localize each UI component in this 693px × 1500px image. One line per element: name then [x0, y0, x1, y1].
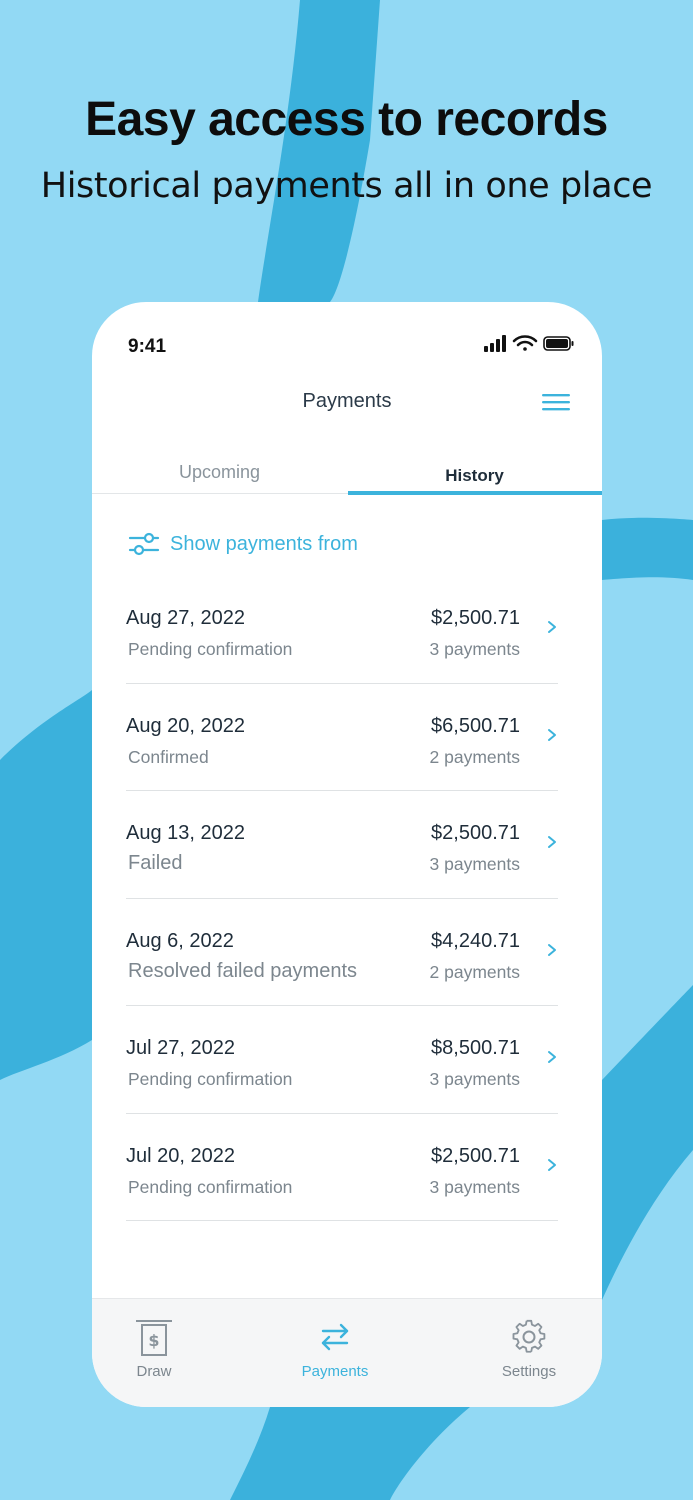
- status-icons: [484, 335, 574, 352]
- tab-history[interactable]: History: [347, 452, 602, 494]
- svg-text:$: $: [148, 1331, 159, 1350]
- cellular-signal-icon: [484, 335, 506, 352]
- chevron-right-icon: [548, 728, 556, 741]
- payment-count: 2 payments: [429, 746, 520, 767]
- list-item[interactable]: Aug 20, 2022 Confirmed $6,500.71 2 payme…: [126, 684, 558, 791]
- payment-status: Pending confirmation: [128, 1069, 293, 1089]
- payments-list: Aug 27, 2022 Pending confirmation $2,500…: [126, 576, 558, 1221]
- gear-icon: [512, 1319, 546, 1353]
- dollar-bill-icon: $: [136, 1320, 172, 1356]
- payment-status: Pending confirmation: [128, 1176, 293, 1197]
- status-time: 9:41: [128, 336, 167, 357]
- show-payments-filter[interactable]: Show payments from: [128, 528, 358, 560]
- tabbar-label-settings: Settings: [501, 1363, 557, 1380]
- payment-count: 3 payments: [429, 1176, 520, 1197]
- tabbar-item-settings[interactable]: Settings: [484, 1299, 574, 1407]
- payment-amount: $6,500.71: [431, 714, 520, 737]
- payment-amount: $4,240.71: [431, 929, 520, 952]
- tab-selected-indicator: [348, 491, 602, 495]
- chevron-right-icon: [548, 1158, 556, 1171]
- payment-count: 3 payments: [429, 1069, 520, 1089]
- list-item[interactable]: Jul 27, 2022 Pending confirmation $8,500…: [126, 1006, 558, 1114]
- sliders-icon: [128, 532, 160, 556]
- payment-date: Aug 6, 2022: [126, 929, 234, 952]
- chevron-right-icon: [548, 943, 556, 956]
- transfer-arrows-icon: [321, 1323, 349, 1351]
- hamburger-icon[interactable]: [542, 392, 570, 412]
- payment-date: Aug 20, 2022: [126, 714, 245, 737]
- payment-date: Jul 27, 2022: [126, 1037, 235, 1059]
- tabbar-label-payments: Payments: [301, 1363, 369, 1380]
- payment-status: Confirmed: [128, 746, 209, 767]
- tabbar-item-payments[interactable]: Payments: [290, 1299, 380, 1407]
- list-item[interactable]: Aug 13, 2022 Failed $2,500.71 3 payments: [126, 791, 558, 899]
- chevron-right-icon: [548, 1051, 556, 1063]
- chevron-right-icon: [548, 836, 556, 848]
- payment-count: 2 payments: [429, 961, 520, 982]
- payment-count: 3 payments: [429, 854, 520, 874]
- page-title: Payments: [302, 390, 392, 412]
- status-bar: 9:41: [92, 302, 602, 372]
- tabbar-label-draw: Draw: [136, 1363, 172, 1380]
- list-item[interactable]: Aug 27, 2022 Pending confirmation $2,500…: [126, 576, 558, 684]
- payment-amount: $2,500.71: [431, 822, 520, 844]
- payment-date: Aug 13, 2022: [126, 822, 245, 844]
- payment-count: 3 payments: [429, 639, 520, 659]
- wifi-icon: [512, 335, 538, 351]
- bottom-tab-bar: $ Draw Payments Settings: [92, 1298, 602, 1407]
- tabbar-item-draw[interactable]: $ Draw: [112, 1299, 196, 1407]
- segmented-tabs: Upcoming History: [92, 452, 602, 495]
- promo-headline: Easy access to records: [85, 93, 608, 146]
- tab-upcoming[interactable]: Upcoming: [92, 452, 347, 494]
- payment-status: Failed: [128, 852, 183, 874]
- list-item[interactable]: Aug 6, 2022 Resolved failed payments $4,…: [126, 899, 558, 1006]
- chevron-right-icon: [548, 621, 556, 633]
- payment-date: Jul 20, 2022: [126, 1144, 235, 1167]
- payment-date: Aug 27, 2022: [126, 607, 245, 629]
- payment-amount: $2,500.71: [431, 607, 520, 629]
- phone-screen: 9:41 Payments Upcoming History Show paym…: [92, 302, 602, 1407]
- battery-icon: [543, 336, 574, 351]
- filter-label: Show payments from: [170, 532, 358, 555]
- payment-amount: $8,500.71: [431, 1037, 520, 1059]
- promo-subline: Historical payments all in one place: [40, 166, 653, 206]
- payment-status: Pending confirmation: [128, 639, 293, 659]
- payment-status: Resolved failed payments: [128, 959, 358, 982]
- payment-amount: $2,500.71: [431, 1144, 520, 1167]
- list-item[interactable]: Jul 20, 2022 Pending confirmation $2,500…: [126, 1114, 558, 1221]
